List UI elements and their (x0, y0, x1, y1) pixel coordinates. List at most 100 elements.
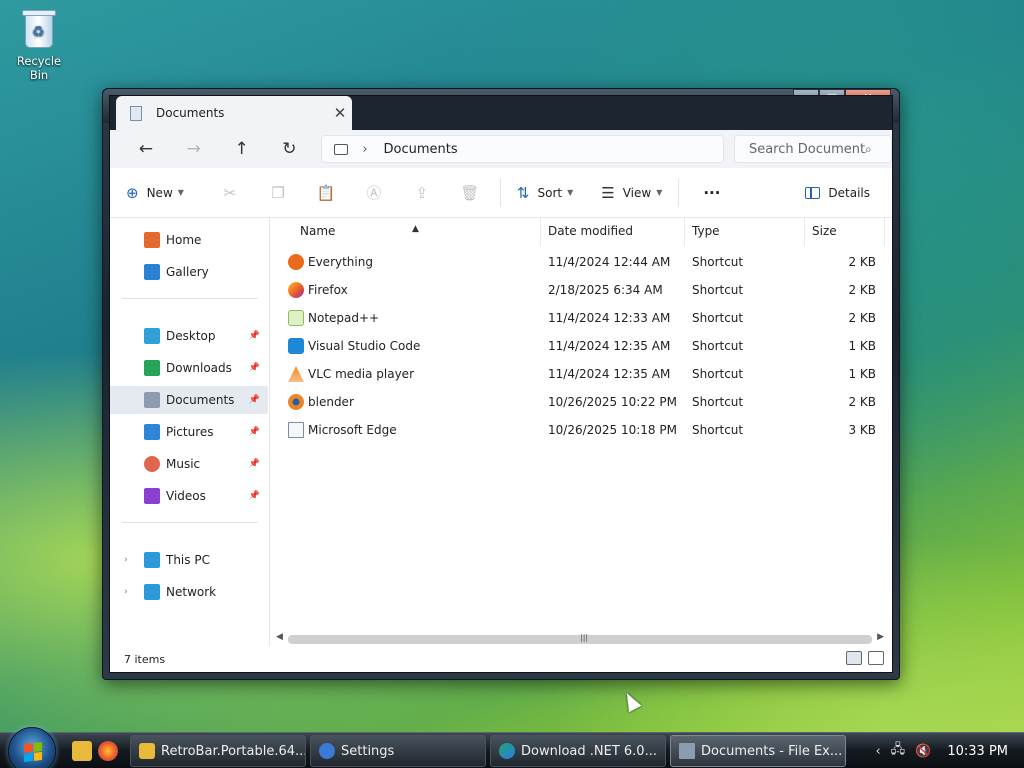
expand-chevron-icon[interactable]: › (124, 555, 128, 565)
table-row[interactable]: VLC media player 11/4/2024 12:35 AM Shor… (270, 360, 892, 388)
file-type: Shortcut (692, 339, 744, 353)
clock[interactable]: 10:33 PM (947, 744, 1008, 759)
pin-icon[interactable]: 📌 (249, 491, 260, 501)
firefox-icon[interactable] (98, 741, 118, 761)
table-row[interactable]: Microsoft Edge 10/26/2025 10:18 PM Short… (270, 416, 892, 444)
scrollbar-grip-icon: ||| (580, 633, 589, 642)
taskbar-button-documents[interactable]: Documents - File Ex... (670, 735, 846, 767)
address-bar[interactable]: › Documents (321, 135, 724, 163)
sort-button[interactable]: ⇅ Sort ▼ (517, 184, 573, 202)
sidebar-item-label: Music (166, 457, 201, 471)
forward-button[interactable]: → (170, 139, 218, 159)
tab-title: Documents (156, 106, 225, 120)
copy-icon[interactable]: ❐ (254, 184, 302, 202)
more-options-button[interactable]: ··· (703, 184, 720, 202)
chevron-left-icon[interactable]: ‹ (875, 744, 880, 759)
notepad-plus-plus-icon (288, 310, 304, 326)
sidebar-item-music[interactable]: Music 📌 (110, 450, 268, 478)
computer-icon (144, 552, 160, 568)
sort-ascending-icon: ▲ (412, 224, 419, 234)
rename-icon[interactable]: Ⓐ (350, 182, 398, 203)
plus-circle-icon: ⊕ (126, 183, 139, 202)
pictures-icon (144, 424, 160, 440)
cut-icon[interactable]: ✂ (206, 184, 254, 202)
sidebar-item-this-pc[interactable]: › This PC (110, 546, 268, 574)
sidebar-item-home[interactable]: Home (110, 226, 268, 254)
column-size[interactable]: Size (812, 224, 837, 238)
sidebar-divider (122, 298, 258, 299)
pin-icon[interactable]: 📌 (249, 395, 260, 405)
network-icon[interactable]: 🖧 (891, 740, 906, 762)
sidebar-item-gallery[interactable]: Gallery (110, 258, 268, 286)
tiles-view-icon[interactable] (868, 651, 884, 665)
taskbar-button-edge[interactable]: Download .NET 6.0... (490, 735, 666, 767)
taskbar-button-settings[interactable]: Settings (310, 735, 486, 767)
table-row[interactable]: Firefox 2/18/2025 6:34 AM Shortcut 2 KB (270, 276, 892, 304)
view-button[interactable]: ☰ View ▼ (601, 184, 662, 202)
scroll-right-icon[interactable]: ▶ (877, 632, 884, 642)
chevron-down-icon: ▼ (567, 188, 574, 197)
edge-browser-icon (499, 743, 515, 759)
details-pane-button[interactable]: Details (805, 168, 870, 218)
tab-documents[interactable]: Documents ✕ (116, 96, 352, 130)
table-row[interactable]: Everything 11/4/2024 12:44 AM Shortcut 2… (270, 248, 892, 276)
sidebar-item-label: Desktop (166, 329, 216, 343)
file-date: 11/4/2024 12:35 AM (548, 339, 671, 353)
blender-icon (288, 394, 304, 410)
file-date: 11/4/2024 12:33 AM (548, 311, 671, 325)
expand-chevron-icon[interactable]: › (124, 587, 128, 597)
sidebar-item-label: Pictures (166, 425, 214, 439)
folder-icon (139, 743, 155, 759)
share-icon[interactable]: ⇪ (398, 184, 446, 202)
pin-icon[interactable]: 📌 (249, 459, 260, 469)
file-type: Shortcut (692, 395, 744, 409)
item-count: 7 items (124, 652, 166, 666)
sort-label: Sort (537, 185, 563, 200)
sidebar-item-label: Gallery (166, 265, 209, 279)
refresh-button[interactable]: ↻ (265, 139, 313, 159)
start-button[interactable] (8, 727, 56, 768)
volume-muted-icon[interactable]: 🔇 (915, 744, 931, 759)
table-row[interactable]: Visual Studio Code 11/4/2024 12:35 AM Sh… (270, 332, 892, 360)
address-location: Documents (383, 141, 458, 157)
sidebar-item-documents[interactable]: Documents 📌 (110, 386, 268, 414)
scroll-left-icon[interactable]: ◀ (276, 632, 283, 642)
search-box[interactable]: Search Documents ⌕ (733, 135, 892, 163)
column-date-modified[interactable]: Date modified (548, 224, 633, 238)
search-input[interactable]: Search Documents (749, 142, 865, 157)
sidebar-item-network[interactable]: › Network (110, 578, 268, 606)
details-view-icon[interactable] (846, 651, 862, 665)
column-name[interactable]: Name (300, 224, 335, 238)
column-type[interactable]: Type (692, 224, 720, 238)
pin-icon[interactable]: 📌 (249, 331, 260, 341)
sidebar-item-videos[interactable]: Videos 📌 (110, 482, 268, 510)
delete-icon[interactable]: 🗑 (446, 184, 494, 202)
file-type: Shortcut (692, 311, 744, 325)
taskbar-button-retrobar[interactable]: RetroBar.Portable.64... (130, 735, 306, 767)
file-name: Firefox (308, 283, 348, 297)
pin-icon[interactable]: 📌 (249, 427, 260, 437)
back-button[interactable]: ← (122, 139, 170, 159)
up-button[interactable]: ↑ (218, 139, 266, 159)
file-name: VLC media player (308, 367, 415, 381)
command-bar: ⊕ New ▼ ✂ ❐ 📋 Ⓐ ⇪ 🗑 ⇅ Sort ▼ ☰ View ▼ ··… (110, 168, 892, 218)
paste-icon[interactable]: 📋 (302, 184, 350, 202)
file-explorer-icon[interactable] (72, 741, 92, 761)
horizontal-scrollbar[interactable]: ◀ ||| ▶ (276, 632, 884, 646)
sidebar-item-pictures[interactable]: Pictures 📌 (110, 418, 268, 446)
desktop-icon (144, 328, 160, 344)
file-name: Everything (308, 255, 373, 269)
vlc-icon (288, 366, 304, 382)
sidebar-item-desktop[interactable]: Desktop 📌 (110, 322, 268, 350)
pin-icon[interactable]: 📌 (249, 363, 260, 373)
sidebar-item-downloads[interactable]: Downloads 📌 (110, 354, 268, 382)
close-tab-icon[interactable]: ✕ (328, 104, 352, 122)
new-button[interactable]: ⊕ New ▼ (126, 184, 184, 202)
file-date: 2/18/2025 6:34 AM (548, 283, 663, 297)
table-row[interactable]: blender 10/26/2025 10:22 PM Shortcut 2 K… (270, 388, 892, 416)
recycle-bin-shortcut[interactable]: ♻ Recycle Bin (6, 8, 72, 82)
taskbar: RetroBar.Portable.64... Settings Downloa… (0, 727, 1024, 768)
recycle-bin-label: Recycle Bin (16, 54, 62, 82)
table-row[interactable]: Notepad++ 11/4/2024 12:33 AM Shortcut 2 … (270, 304, 892, 332)
file-date: 11/4/2024 12:35 AM (548, 367, 671, 381)
